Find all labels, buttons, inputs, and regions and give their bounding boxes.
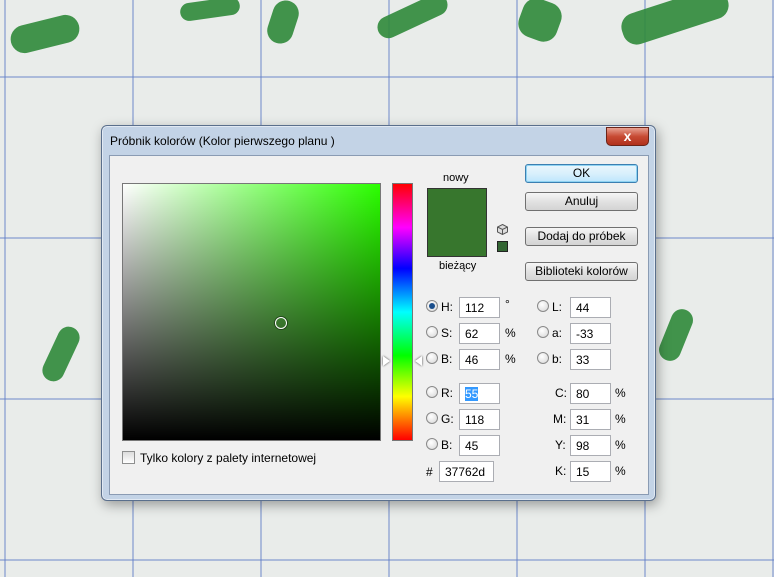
title-bar[interactable]: Próbnik kolorów (Kolor pierwszego planu … [102,126,655,154]
hue-slider-left-arrow[interactable] [383,356,390,366]
background-scribble [7,11,83,57]
black-unit: % [615,464,626,478]
hue-field[interactable]: 112 [459,297,500,318]
b-channel-field[interactable]: 33 [570,349,611,370]
yellow-field[interactable]: 98 [570,435,611,456]
cube-icon[interactable] [497,223,508,236]
black-label: K: [555,464,567,478]
green-label: G: [441,412,454,426]
blue-label: B: [441,438,453,452]
brightness-radio[interactable] [426,352,438,364]
blue-radio[interactable] [426,438,438,450]
green-field[interactable]: 118 [459,409,500,430]
a-channel-radio[interactable] [537,326,549,338]
close-icon: x [623,128,632,144]
dialog-client-area: nowy bieżący OK Anuluj Dodaj do próbek B… [109,155,649,495]
web-colors-only-checkbox[interactable] [122,451,135,464]
ok-button[interactable]: OK [525,164,638,183]
brightness-unit: % [505,352,516,366]
dialog-title: Próbnik kolorów (Kolor pierwszego planu … [110,134,335,148]
new-color-swatch [427,188,487,224]
hue-unit: ° [505,297,510,311]
new-color-label: nowy [443,172,469,184]
background-scribble [179,0,241,23]
web-safe-swatch[interactable] [497,241,508,252]
saturation-unit: % [505,326,516,340]
cancel-button[interactable]: Anuluj [525,192,638,211]
lightness-radio[interactable] [537,300,549,312]
saturation-label: S: [441,326,453,340]
b-channel-radio[interactable] [537,352,549,364]
brightness-field[interactable]: 46 [459,349,500,370]
background-scribble [38,323,84,385]
blue-field[interactable]: 45 [459,435,500,456]
a-channel-label: a: [552,326,563,340]
a-channel-field[interactable]: -33 [570,323,611,344]
lightness-label: L: [552,300,563,314]
magenta-label: M: [553,412,567,426]
current-color-label: bieżący [439,260,477,272]
background-scribble [373,0,452,42]
background-scribble [263,0,303,47]
color-picker-dialog: Próbnik kolorów (Kolor pierwszego planu … [101,125,656,501]
close-button[interactable]: x [606,127,649,146]
hex-label: # [426,465,433,479]
saturation-brightness-field[interactable] [122,183,381,441]
saturation-radio[interactable] [426,326,438,338]
background-scribble [655,305,697,365]
yellow-unit: % [615,438,626,452]
yellow-label: Y: [555,438,566,452]
saturation-field[interactable]: 62 [459,323,500,344]
hue-radio[interactable] [426,300,438,312]
hue-slider-right-arrow[interactable] [415,356,422,366]
lightness-field[interactable]: 44 [570,297,611,318]
magenta-field[interactable]: 31 [570,409,611,430]
cyan-unit: % [615,386,626,400]
red-label: R: [441,386,453,400]
green-radio[interactable] [426,412,438,424]
background-scribble [514,0,566,46]
color-libraries-button[interactable]: Biblioteki kolorów [525,262,638,281]
cyan-label: C: [555,386,567,400]
brightness-label: B: [441,352,453,366]
current-color-swatch[interactable] [427,224,487,257]
web-colors-only-label[interactable]: Tylko kolory z palety internetowej [140,451,316,465]
add-to-swatches-button[interactable]: Dodaj do próbek [525,227,638,246]
hue-label: H: [441,300,453,314]
red-field[interactable]: 55 [459,383,500,404]
b-channel-label: b: [552,352,563,366]
background-scribble [617,0,733,49]
black-field[interactable]: 15 [570,461,611,482]
hex-field[interactable]: 37762d [439,461,494,482]
color-picker-marker[interactable] [275,317,287,329]
magenta-unit: % [615,412,626,426]
red-radio[interactable] [426,386,438,398]
hue-slider[interactable] [392,183,413,441]
cyan-field[interactable]: 80 [570,383,611,404]
